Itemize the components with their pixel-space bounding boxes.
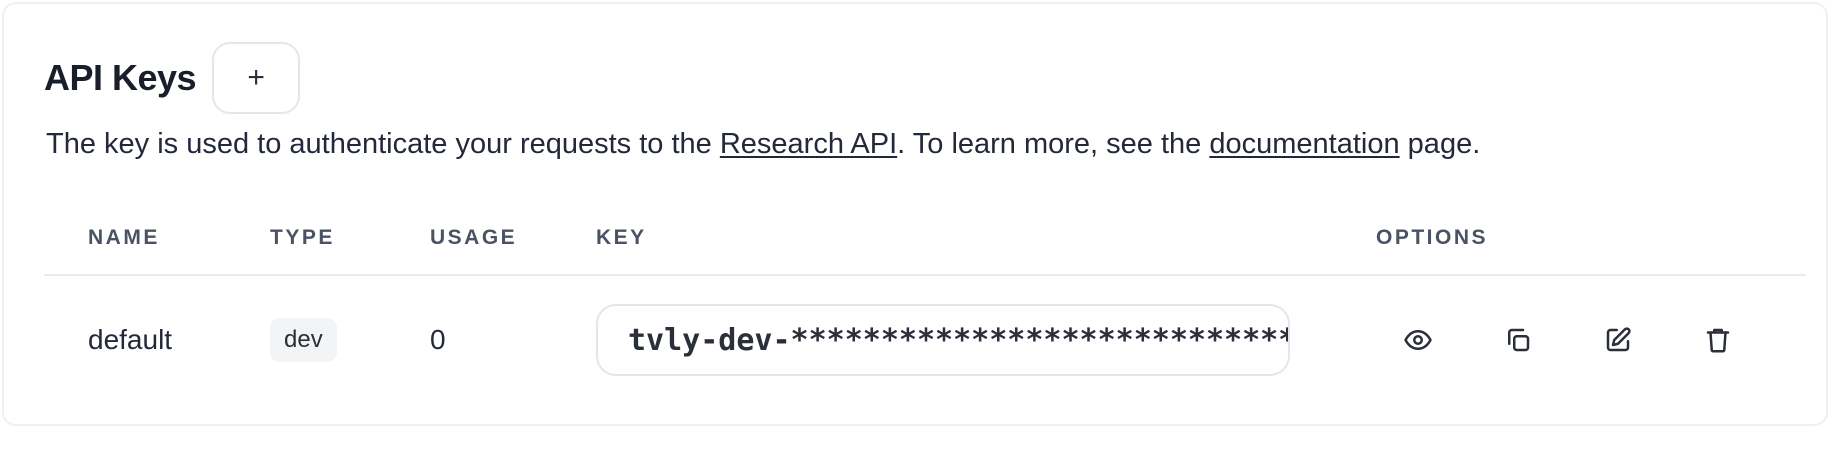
edit-icon [1606, 327, 1631, 352]
delete-key-button[interactable] [1696, 318, 1740, 362]
column-header-usage: USAGE [430, 226, 518, 249]
description-text-middle: . To learn more, see the [897, 128, 1210, 160]
description-text-start: The key is used to authenticate your req… [46, 128, 720, 160]
section-header: API Keys + [44, 42, 301, 114]
page-title: API Keys [44, 57, 197, 98]
column-header-name: NAME [88, 226, 160, 249]
key-usage: 0 [430, 324, 446, 355]
copy-icon [1508, 328, 1530, 352]
research-api-link[interactable]: Research API [720, 128, 897, 160]
column-header-type: TYPE [270, 226, 335, 249]
key-type-badge: dev [270, 318, 337, 362]
api-keys-card: API Keys + The key is used to authentica… [2, 2, 1828, 426]
trash-icon [1706, 328, 1730, 353]
table-divider [44, 274, 1806, 276]
key-name: default [88, 324, 173, 355]
api-key-field[interactable]: tvly-dev-*******************************… [596, 304, 1290, 376]
description: The key is used to authenticate your req… [46, 128, 1480, 161]
copy-key-button[interactable] [1496, 318, 1540, 362]
add-key-button[interactable]: + [212, 42, 301, 114]
column-header-options: OPTIONS [1376, 226, 1489, 249]
documentation-link[interactable]: documentation [1209, 128, 1399, 160]
eye-icon [1404, 330, 1432, 350]
view-key-button[interactable] [1396, 318, 1440, 362]
description-text-end: page. [1399, 128, 1481, 160]
column-header-key: KEY [596, 226, 647, 249]
edit-key-button[interactable] [1596, 318, 1640, 362]
